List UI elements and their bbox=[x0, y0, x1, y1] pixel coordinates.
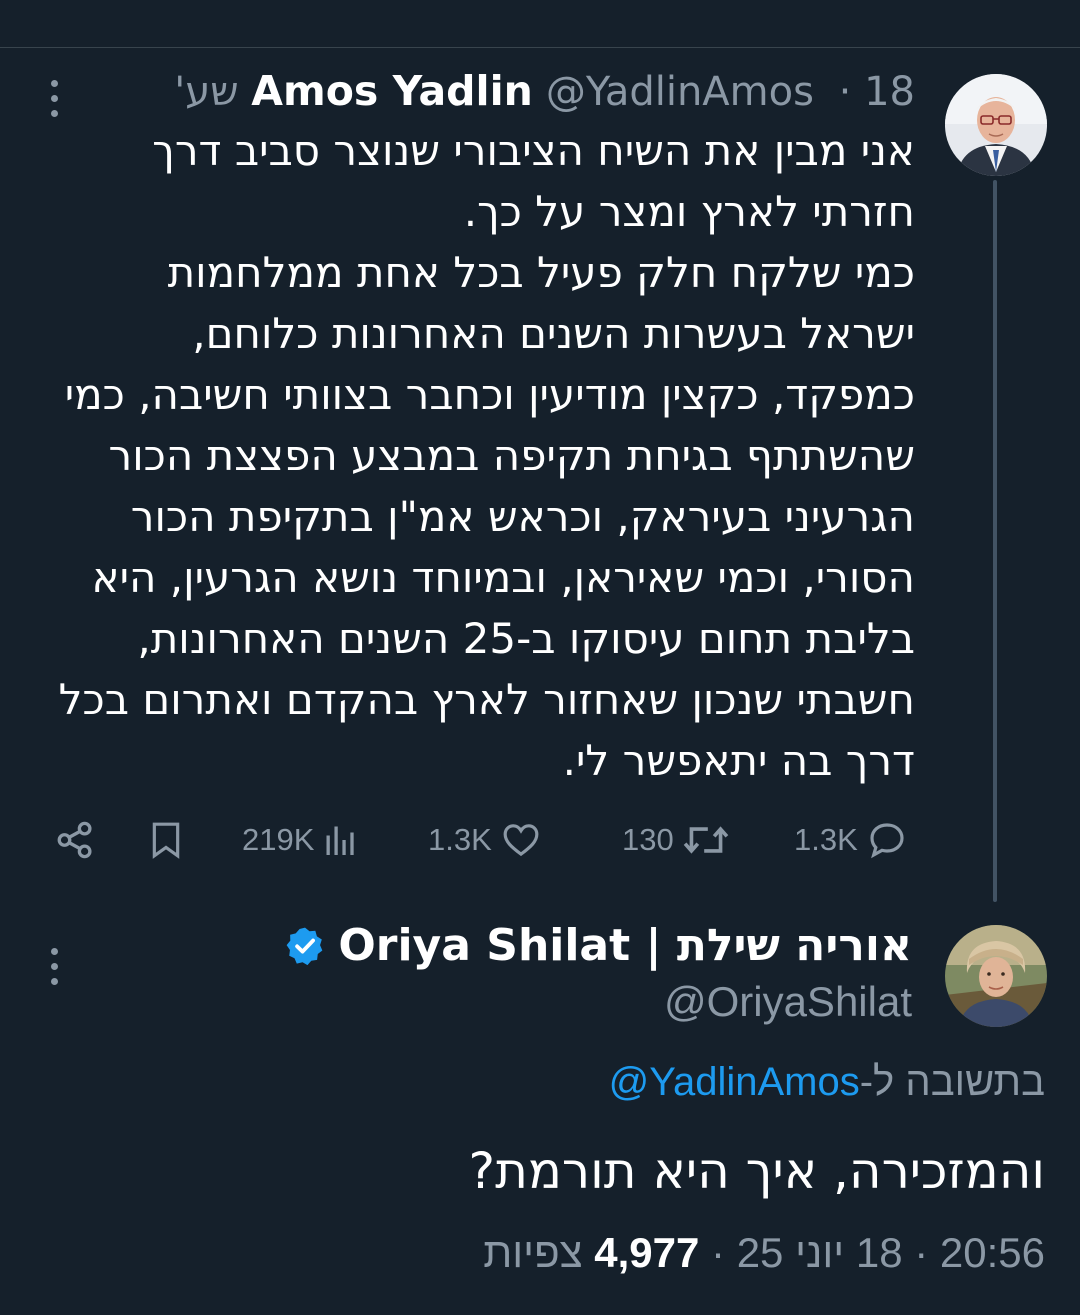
replying-to-line: בתשובה ל-@YadlinAmos bbox=[609, 1055, 1045, 1109]
author-name[interactable]: Amos Yadlin bbox=[251, 67, 533, 115]
like-count: 1.3K bbox=[428, 822, 492, 857]
more-dots-icon[interactable] bbox=[46, 80, 62, 117]
replying-to-mention[interactable]: @YadlinAmos bbox=[609, 1060, 860, 1104]
reply-text: והמזכירה, איך היא תורמת? bbox=[468, 1142, 1045, 1200]
like-button[interactable]: 1.3K bbox=[428, 812, 542, 868]
share-icon bbox=[57, 821, 92, 859]
repost-icon bbox=[683, 826, 729, 854]
views-bars-icon bbox=[326, 826, 355, 855]
tweet-text: אני מבין את השיח הציבורי שנוצר סביב דרך … bbox=[58, 126, 915, 785]
repost-button[interactable]: 130 bbox=[622, 812, 730, 868]
top-divider bbox=[0, 47, 1080, 48]
reply-date[interactable]: 18 יוני 25 bbox=[737, 1229, 903, 1276]
share-button[interactable] bbox=[54, 812, 96, 868]
replying-to-prefix: בתשובה ל- bbox=[859, 1060, 1045, 1104]
tweet-header: Amos Yadlin @YadlinAmos · 18 שע' bbox=[174, 66, 915, 117]
reply-timestamp-row: 20:56 · 18 יוני 25 · 4,977 צפיות bbox=[483, 1225, 1045, 1281]
timestamp-separator: · bbox=[699, 1229, 737, 1276]
meta-separator: · bbox=[825, 69, 865, 115]
author-handle[interactable]: @YadlinAmos bbox=[546, 69, 814, 115]
tweet-actions-bar: 219K 1.3K 130 1.3K bbox=[50, 812, 920, 868]
thread-connector-line bbox=[993, 180, 997, 902]
reply-button[interactable]: 1.3K bbox=[794, 812, 908, 868]
reply-author-name[interactable]: אוריה שילת | Oriya Shilat bbox=[338, 918, 912, 974]
reply-time[interactable]: 20:56 bbox=[940, 1229, 1045, 1276]
oriya-shilat-avatar[interactable] bbox=[945, 925, 1047, 1027]
heart-icon bbox=[503, 824, 539, 857]
reply-views-label: צפיות bbox=[483, 1229, 583, 1276]
reply-count: 1.3K bbox=[794, 822, 858, 857]
reply-author-handle[interactable]: @OriyaShilat bbox=[664, 975, 912, 1029]
timestamp-separator: · bbox=[902, 1229, 940, 1276]
views-button[interactable]: 219K bbox=[242, 812, 358, 868]
amos-yadlin-avatar[interactable] bbox=[945, 74, 1047, 176]
reply-bubble-icon bbox=[870, 823, 904, 859]
views-count: 219K bbox=[242, 822, 315, 857]
bookmark-icon bbox=[152, 822, 180, 859]
reply-author-row: אוריה שילת | Oriya Shilat bbox=[284, 918, 912, 974]
repost-count: 130 bbox=[622, 822, 674, 857]
bookmark-button[interactable] bbox=[146, 812, 186, 868]
verified-badge-icon bbox=[287, 927, 323, 966]
reply-views-count: 4,977 bbox=[594, 1229, 700, 1276]
more-dots-icon[interactable] bbox=[46, 948, 62, 985]
